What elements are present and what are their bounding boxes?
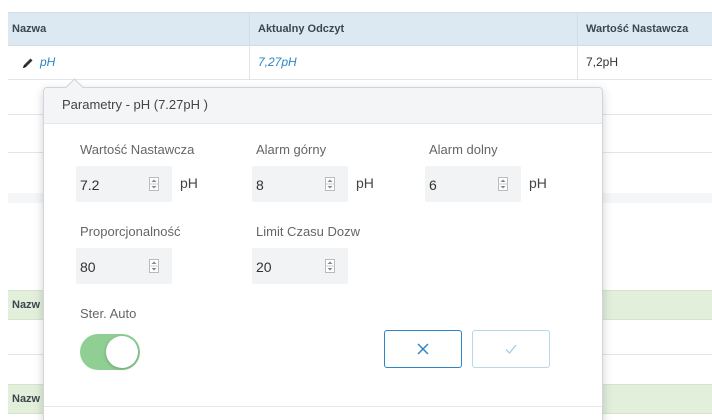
time-limit-value[interactable]: 20 [256, 248, 272, 286]
close-icon [417, 343, 429, 355]
proportionality-input[interactable]: 80 [76, 248, 172, 284]
proportionality-value[interactable]: 80 [80, 248, 96, 286]
alarm-low-unit: pH [529, 175, 547, 191]
table-row: pH 7,27pH 7,2pH [8, 46, 712, 80]
setpoint-unit: pH [180, 175, 198, 191]
reading-link[interactable]: 7,27pH [258, 55, 297, 69]
setpoint-label: Wartość Nastawcza [80, 142, 195, 157]
proportionality-label: Proporcjonalność [80, 224, 181, 239]
group-header-label: Nazw [12, 393, 41, 405]
spinner-arrows-icon[interactable] [325, 259, 335, 273]
cell-setpoint: 7,2pH [586, 55, 619, 69]
popover-title: Parametry - pH (7.27pH ) [44, 88, 602, 124]
pencil-icon[interactable] [22, 57, 34, 69]
alarm-high-value[interactable]: 8 [256, 166, 264, 204]
spinner-arrows-icon[interactable] [149, 177, 159, 191]
parameter-name-link[interactable]: pH [40, 46, 55, 79]
table-header: Nazwa Aktualny Odczyt Wartość Nastawcza [8, 12, 712, 46]
check-icon [505, 344, 517, 354]
alarm-low-label: Alarm dolny [429, 142, 498, 157]
column-header-name[interactable]: Nazwa [8, 13, 250, 45]
setpoint-input[interactable]: 7.2 [76, 166, 172, 202]
cell-name: pH [8, 46, 250, 79]
alarm-high-label: Alarm górny [256, 142, 327, 157]
spinner-arrows-icon[interactable] [325, 177, 335, 191]
cancel-button[interactable] [384, 330, 462, 368]
spinner-arrows-icon[interactable] [498, 177, 508, 191]
alarm-low-input[interactable]: 6 [425, 166, 521, 202]
alarm-high-input[interactable]: 8 [252, 166, 348, 202]
confirm-button[interactable] [472, 330, 550, 368]
column-header-setpoint[interactable]: Wartość Nastawcza [578, 13, 712, 45]
group-header-label: Nazw [12, 299, 41, 311]
time-limit-label: Limit Czasu Dozw [256, 224, 361, 239]
column-header-reading[interactable]: Aktualny Odczyt [250, 13, 578, 45]
spinner-arrows-icon[interactable] [149, 259, 159, 273]
popover-footer [44, 406, 602, 407]
parameters-popover: Parametry - pH (7.27pH ) Wartość Nastawc… [43, 78, 603, 420]
auto-control-toggle[interactable] [80, 334, 140, 370]
auto-control-label: Ster. Auto [80, 306, 137, 321]
toggle-knob[interactable] [106, 336, 138, 368]
cell-reading: 7,27pH [250, 46, 578, 79]
alarm-low-value[interactable]: 6 [429, 166, 437, 204]
time-limit-input[interactable]: 20 [252, 248, 348, 284]
alarm-high-unit: pH [356, 175, 374, 191]
setpoint-value[interactable]: 7.2 [80, 166, 99, 204]
page: Nazwa Aktualny Odczyt Wartość Nastawcza … [0, 0, 712, 420]
